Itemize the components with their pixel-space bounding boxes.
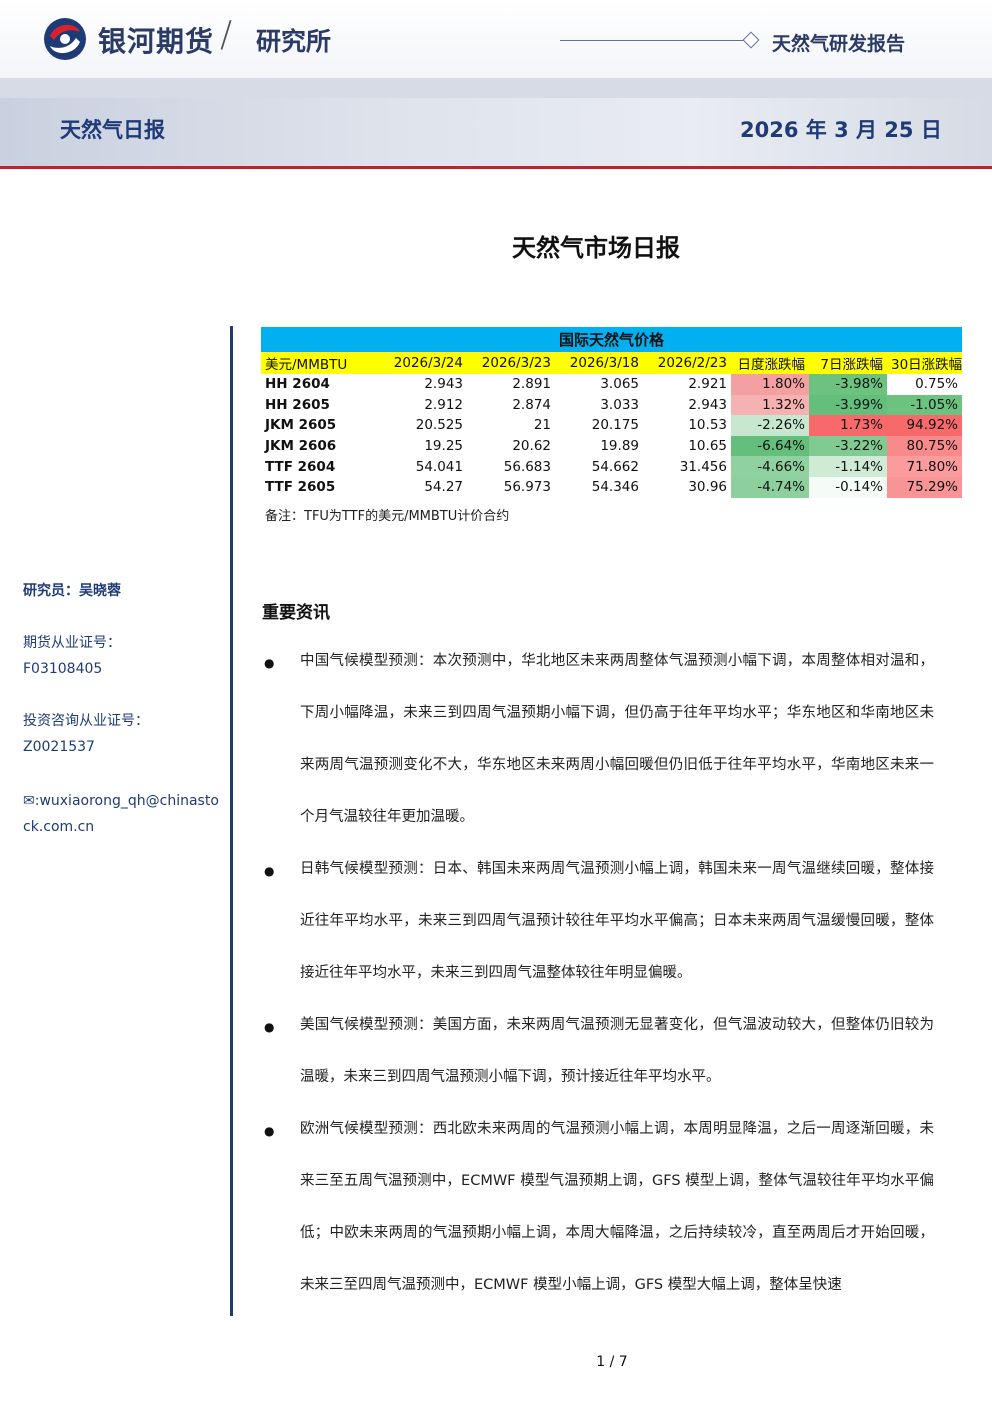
top-bar: 银河期货 / 研究所 天然气研发报告 <box>0 0 992 78</box>
brand-name: 银河期货 <box>98 25 215 58</box>
table-note: 备注：TFU为TTF的美元/MMBTU计价合约 <box>265 509 510 524</box>
researcher-name: 研究员：吴晓蓉 <box>23 583 121 599</box>
contract-name: HH 2605 <box>265 396 330 413</box>
table-header-row: 美元/MMBTU 2026/3/24 2026/3/23 2026/3/18 2… <box>261 352 962 374</box>
price-cell: 30.96 <box>688 479 727 496</box>
futures-license-label: 期货从业证号： <box>23 635 121 651</box>
news-paragraph: 美国气候模型预测：美国方面，未来两周气温预测无显著变化，但气温波动较大，但整体仍… <box>300 1017 934 1085</box>
daily-change-cell: -2.26% <box>731 415 809 436</box>
red-divider <box>0 166 992 169</box>
daily-change-cell: -6.64% <box>731 435 809 457</box>
price-cell: 19.89 <box>600 438 639 455</box>
price-cell: 54.27 <box>424 479 463 496</box>
yinhe-logo-icon <box>44 18 86 60</box>
brand-separator: / <box>220 14 233 55</box>
report-name: 天然气日报 <box>60 118 165 142</box>
weekly-change-cell: 1.73% <box>809 415 887 436</box>
column-header: 7日涨跌幅 <box>809 352 887 374</box>
price-cell: 2.891 <box>512 376 551 393</box>
price-cell: 54.346 <box>591 479 639 496</box>
price-cell: 21 <box>533 417 551 434</box>
price-cell: 2.943 <box>688 396 727 413</box>
consult-license-value: Z0021537 <box>23 739 95 755</box>
contract-name: JKM 2606 <box>265 438 337 455</box>
department-name: 研究所 <box>256 27 332 56</box>
price-cell: 2.874 <box>512 396 551 413</box>
monthly-change-cell: 75.29% <box>887 476 963 498</box>
column-header: 美元/MMBTU <box>261 352 351 374</box>
weekly-change-cell: -0.14% <box>809 476 887 498</box>
weekly-change-cell: -3.98% <box>809 374 887 395</box>
table-row: HH 2605 2.912 2.874 3.033 2.943 1.32% -3.99% -1… <box>261 394 963 416</box>
bullet-icon: ● <box>264 1020 275 1034</box>
price-cell: 10.65 <box>688 438 727 455</box>
price-cell: 54.041 <box>415 458 463 475</box>
column-header: 30日涨跌幅 <box>887 352 962 374</box>
table-row: JKM 2605 20.525 21 20.175 10.53 -2.26% 1.73% 94… <box>261 415 963 436</box>
monthly-change-cell: 0.75% <box>887 374 963 395</box>
price-cell: 31.456 <box>679 458 727 475</box>
section-title: 重要资讯 <box>262 603 330 623</box>
table-row: HH 2604 2.943 2.891 3.065 2.921 1.80% -3.98% 0.… <box>261 374 963 395</box>
table-title: 国际天然气价格 <box>261 327 963 352</box>
price-cell: 56.683 <box>503 458 551 475</box>
page-title: 天然气市场日报 <box>512 234 680 262</box>
column-header: 2026/3/24 <box>351 352 467 374</box>
news-paragraph: 欧洲气候模型预测：西北欧未来两周的气温预测小幅上调，本周明显降温，之后一周逐渐回… <box>300 1121 934 1293</box>
daily-change-cell: -4.66% <box>731 456 809 477</box>
price-cell: 3.065 <box>600 376 639 393</box>
price-cell: 2.912 <box>424 396 463 413</box>
column-header: 日度涨跌幅 <box>731 352 809 374</box>
bullet-icon: ● <box>264 656 275 670</box>
weekly-change-cell: -1.14% <box>809 456 887 477</box>
monthly-change-cell: 71.80% <box>887 456 963 477</box>
report-type: 天然气研发报告 <box>772 33 906 55</box>
page-number: 1 / 7 <box>596 1354 628 1370</box>
price-cell: 20.175 <box>591 417 639 434</box>
monthly-change-cell: 80.75% <box>887 435 963 457</box>
contract-name: TTF 2604 <box>265 458 336 475</box>
header-rule <box>560 40 746 41</box>
daily-change-cell: 1.32% <box>731 394 809 416</box>
price-cell: 2.943 <box>424 376 463 393</box>
monthly-change-cell: -1.05% <box>887 394 963 416</box>
column-header: 2026/3/18 <box>555 352 643 374</box>
monthly-change-cell: 94.92% <box>887 415 963 436</box>
diamond-icon <box>742 31 760 49</box>
bullet-icon: ● <box>264 1124 275 1138</box>
weekly-change-cell: -3.22% <box>809 435 887 457</box>
price-cell: 3.033 <box>600 396 639 413</box>
weekly-change-cell: -3.99% <box>809 394 887 416</box>
table-title-row: 国际天然气价格 <box>261 327 963 352</box>
daily-change-cell: 1.80% <box>731 374 809 395</box>
price-cell: 2.921 <box>688 376 727 393</box>
news-paragraph: 中国气候模型预测：本次预测中，华北地区未来两周整体气温预测小幅下调，本周整体相对… <box>300 653 934 825</box>
contract-name: HH 2604 <box>265 376 330 393</box>
daily-change-cell: -4.74% <box>731 476 809 498</box>
table-row: TTF 2605 54.27 56.973 54.346 30.96 -4.74% -0.1… <box>261 476 963 498</box>
futures-license-value: F03108405 <box>23 661 103 677</box>
bullet-icon: ● <box>264 864 275 878</box>
consult-license-label: 投资咨询从业证号： <box>23 713 149 729</box>
price-cell: 20.62 <box>512 438 551 455</box>
price-cell: 56.973 <box>503 479 551 496</box>
column-header: 2026/3/23 <box>467 352 555 374</box>
table-row: TTF 2604 54.041 56.683 54.662 31.456 -4.66% -1… <box>261 456 963 477</box>
contract-name: TTF 2605 <box>265 479 336 496</box>
news-paragraph: 日韩气候模型预测：日本、韩国未来两周气温预测小幅上调，韩国未来一周气温继续回暖，… <box>300 861 934 981</box>
contract-name: JKM 2605 <box>265 417 337 434</box>
email-link[interactable]: ✉:wuxiaorong_qh@chinastock.com.cn <box>23 788 223 840</box>
price-cell: 20.525 <box>415 417 463 434</box>
report-date: 2026 年 3 月 25 日 <box>740 118 942 142</box>
price-table: 国际天然气价格 美元/MMBTU 2026/3/24 2026/3/23 202… <box>261 327 962 498</box>
price-cell: 54.662 <box>591 458 639 475</box>
price-cell: 19.25 <box>424 438 463 455</box>
sidebar-divider <box>230 326 233 1316</box>
table-row: JKM 2606 19.25 20.62 19.89 10.65 -6.64% -3.22%… <box>261 435 963 457</box>
price-cell: 10.53 <box>688 417 727 434</box>
column-header: 2026/2/23 <box>643 352 731 374</box>
